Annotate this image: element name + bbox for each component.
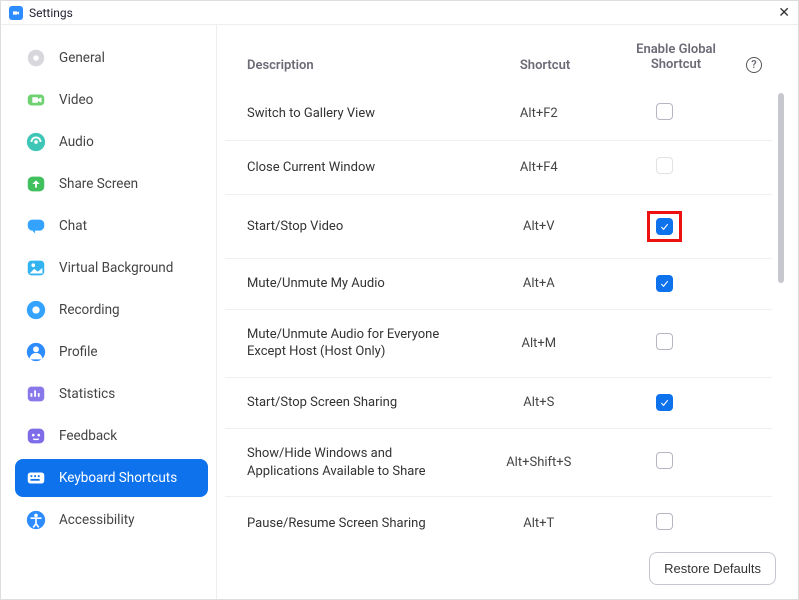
sidebar-item-label: Feedback — [59, 428, 117, 444]
global-shortcut-checkbox[interactable] — [656, 157, 673, 174]
shortcut-keys[interactable]: Alt+F2 — [474, 106, 604, 121]
column-description: Description — [247, 58, 474, 73]
sidebar-item-label: Statistics — [59, 386, 115, 402]
titlebar: Settings ✕ — [1, 1, 798, 25]
feedback-icon — [25, 425, 47, 447]
sidebar-item-label: Chat — [59, 218, 87, 234]
column-header-row: Description Shortcut Enable Global Short… — [217, 25, 798, 87]
chat-icon — [25, 215, 47, 237]
global-shortcut-checkbox[interactable] — [656, 333, 673, 350]
shortcut-description: Start/Stop Video — [247, 218, 474, 236]
global-shortcut-checkbox[interactable] — [656, 218, 673, 235]
sidebar-item-statistics[interactable]: Statistics — [15, 375, 208, 413]
app-icon — [9, 6, 23, 20]
sidebar-item-video[interactable]: Video — [15, 81, 208, 119]
share-icon — [25, 173, 47, 195]
global-shortcut-checkbox[interactable] — [656, 275, 673, 292]
recording-icon — [25, 299, 47, 321]
shortcut-row: Start/Stop VideoAlt+V — [225, 195, 772, 259]
sidebar-item-accessibility[interactable]: Accessibility — [15, 501, 208, 539]
keyboard-icon — [25, 467, 47, 489]
general-icon — [25, 47, 47, 69]
shortcut-description: Mute/Unmute My Audio — [247, 275, 474, 293]
shortcut-keys[interactable]: Alt+Shift+S — [474, 455, 604, 470]
restore-defaults-button[interactable]: Restore Defaults — [649, 552, 776, 585]
shortcut-row: Close Current WindowAlt+F4 — [225, 141, 772, 195]
sidebar-item-label: General — [59, 50, 105, 66]
shortcut-row: Switch to Gallery ViewAlt+F2 — [225, 87, 772, 141]
global-shortcut-checkbox[interactable] — [656, 103, 673, 120]
sidebar-item-label: Accessibility — [59, 512, 135, 528]
profile-icon — [25, 341, 47, 363]
sidebar-item-audio[interactable]: Audio — [15, 123, 208, 161]
sidebar-item-keyboard[interactable]: Keyboard Shortcuts — [15, 459, 208, 497]
close-icon[interactable]: ✕ — [778, 5, 790, 21]
global-shortcut-checkbox[interactable] — [656, 513, 673, 530]
sidebar-item-label: Virtual Background — [59, 260, 173, 276]
highlight-annotation — [647, 211, 682, 242]
shortcut-keys[interactable]: Alt+T — [474, 516, 604, 531]
shortcut-row: Show/Hide Windows and Applications Avail… — [225, 429, 772, 497]
sidebar-item-recording[interactable]: Recording — [15, 291, 208, 329]
sidebar-item-general[interactable]: General — [15, 39, 208, 77]
sidebar-item-label: Profile — [59, 344, 98, 360]
shortcut-keys[interactable]: Alt+A — [474, 276, 604, 291]
video-icon — [25, 89, 47, 111]
shortcut-row: Pause/Resume Screen SharingAlt+T — [225, 497, 772, 538]
sidebar-item-label: Video — [59, 92, 93, 108]
shortcut-description: Close Current Window — [247, 159, 474, 177]
window-title: Settings — [29, 6, 73, 20]
audio-icon — [25, 131, 47, 153]
sidebar: General Video Audio Share Screen Chat Virtual… — [1, 25, 217, 599]
sidebar-item-label: Keyboard Shortcuts — [59, 470, 177, 486]
shortcut-description: Show/Hide Windows and Applications Avail… — [247, 445, 474, 480]
sidebar-item-label: Recording — [59, 302, 120, 318]
sidebar-item-virtualbg[interactable]: Virtual Background — [15, 249, 208, 287]
main-panel: Description Shortcut Enable Global Short… — [217, 25, 798, 599]
shortcut-description: Start/Stop Screen Sharing — [247, 394, 474, 412]
shortcut-description: Switch to Gallery View — [247, 105, 474, 123]
shortcuts-table: Switch to Gallery ViewAlt+F2Close Curren… — [225, 87, 772, 538]
shortcut-row: Mute/Unmute Audio for Everyone Except Ho… — [225, 310, 772, 378]
shortcut-keys[interactable]: Alt+S — [474, 395, 604, 410]
shortcut-row: Start/Stop Screen SharingAlt+S — [225, 378, 772, 429]
virtualbg-icon — [25, 257, 47, 279]
shortcut-row: Mute/Unmute My AudioAlt+A — [225, 259, 772, 310]
statistics-icon — [25, 383, 47, 405]
column-global: Enable Global Shortcut — [616, 43, 736, 73]
shortcut-keys[interactable]: Alt+V — [474, 219, 604, 234]
global-shortcut-checkbox[interactable] — [656, 394, 673, 411]
scrollbar[interactable] — [778, 93, 784, 283]
sidebar-item-label: Audio — [59, 134, 94, 150]
shortcut-keys[interactable]: Alt+M — [474, 336, 604, 351]
global-shortcut-checkbox[interactable] — [656, 452, 673, 469]
sidebar-item-profile[interactable]: Profile — [15, 333, 208, 371]
sidebar-item-feedback[interactable]: Feedback — [15, 417, 208, 455]
column-shortcut: Shortcut — [474, 58, 616, 73]
shortcut-description: Pause/Resume Screen Sharing — [247, 515, 474, 533]
sidebar-item-label: Share Screen — [59, 176, 138, 192]
help-icon[interactable]: ? — [746, 57, 762, 73]
sidebar-item-share[interactable]: Share Screen — [15, 165, 208, 203]
accessibility-icon — [25, 509, 47, 531]
shortcut-description: Mute/Unmute Audio for Everyone Except Ho… — [247, 326, 474, 361]
sidebar-item-chat[interactable]: Chat — [15, 207, 208, 245]
shortcut-keys[interactable]: Alt+F4 — [474, 160, 604, 175]
